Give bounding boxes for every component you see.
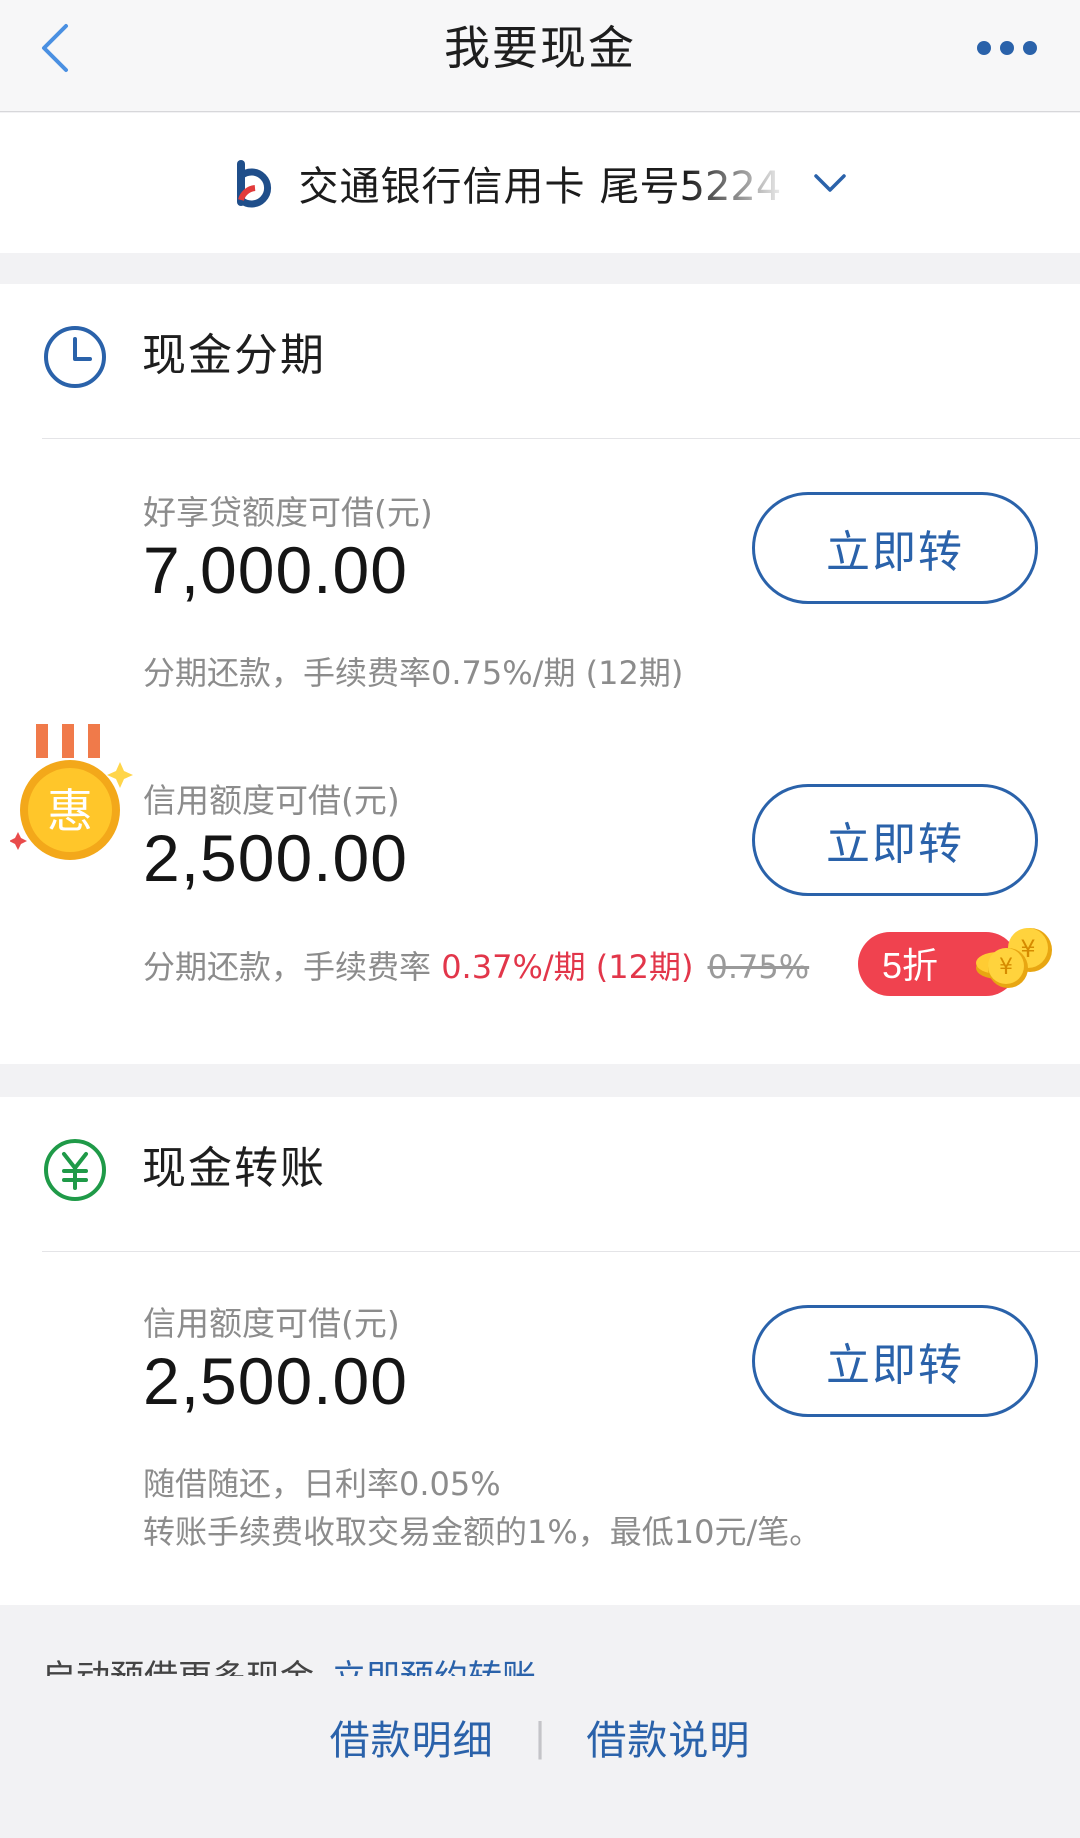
transfer-now-button[interactable]: 立即转 [752, 784, 1038, 896]
transfer-now-button[interactable]: 立即转 [752, 1305, 1038, 1417]
fee-note-prefix: 分期还款，手续费率 [143, 948, 442, 986]
footer-separator: | [533, 1715, 547, 1759]
credit-amount: 7,000.00 [143, 533, 408, 607]
preorder-strip: 启动预借更多现金立即预约转账 [0, 1640, 1080, 1676]
transfer-now-button[interactable]: 立即转 [752, 492, 1038, 604]
interest-note: 随借随还，日利率0.05% [143, 1465, 501, 1503]
loan-details-link[interactable]: 借款明细 [330, 1708, 494, 1766]
chevron-down-icon[interactable] [810, 163, 850, 203]
medal-icon: 惠 [10, 724, 133, 860]
transfer-item-credit: 信用额度可借(元) 2,500.00 随借随还，日利率0.05% 转账手续费收取… [0, 1253, 1080, 1605]
discount-badge: 5折 ¥ ¥ [858, 928, 1052, 996]
transfer-section: 现金转账 信用额度可借(元) 2,500.00 随借随还，日利率0.05% 转账… [0, 1097, 1080, 1605]
card-name: 交通银行信用卡 [298, 164, 586, 210]
preorder-link[interactable]: 立即预约转账 [332, 1658, 536, 1676]
credit-label: 好享贷额度可借(元) [143, 493, 433, 532]
preorder-text: 启动预借更多现金 [42, 1658, 314, 1676]
fee-note: 转账手续费收取交易金额的1%，最低10元/笔。 [143, 1513, 822, 1551]
credit-label: 信用额度可借(元) [143, 1304, 400, 1343]
original-rate: 0.75% [707, 948, 810, 986]
transfer-title: 现金转账 [142, 1143, 326, 1194]
credit-amount: 2,500.00 [143, 1344, 408, 1418]
yuan-circle-icon [44, 1139, 106, 1201]
credit-amount: 2,500.00 [143, 821, 408, 895]
app-header: 我要现金 [0, 0, 1080, 112]
installment-section: 现金分期 好享贷额度可借(元) 7,000.00 分期还款，手续费率0.75%/… [0, 284, 1080, 1064]
discount-text: 5折 [882, 945, 938, 986]
card-selector[interactable]: 交通银行信用卡 尾号5224 [0, 113, 1080, 253]
page-title: 我要现金 [444, 21, 636, 75]
clock-icon [44, 326, 106, 388]
installment-header: 现金分期 [42, 284, 1080, 439]
installment-item-credit: 惠 信用额度可借(元) 2,500.00 分期还款，手续费率 0.37%/期 (… [0, 724, 1080, 1064]
more-dots-icon[interactable] [972, 30, 1042, 66]
preorder-row: 启动预借更多现金立即预约转账 [42, 1650, 536, 1676]
card-tail-number: 尾号5224 [599, 164, 782, 210]
installment-title: 现金分期 [142, 330, 326, 381]
fee-note: 分期还款，手续费率0.75%/期 (12期) [143, 654, 684, 692]
footer-links: 借款明细 | 借款说明 [0, 1700, 1080, 1774]
credit-label: 信用额度可借(元) [143, 781, 400, 820]
discounted-rate: 0.37%/期 (12期) [441, 948, 694, 986]
medal-text: 惠 [47, 784, 93, 838]
installment-item-haoxiangdai: 好享贷额度可借(元) 7,000.00 分期还款，手续费率0.75%/期 (12… [0, 440, 1080, 700]
fee-note: 分期还款，手续费率 0.37%/期 (12期) 0.75% [143, 942, 809, 988]
bank-logo-icon [236, 160, 271, 208]
loan-instructions-link[interactable]: 借款说明 [586, 1708, 750, 1766]
transfer-header: 现金转账 [42, 1097, 1080, 1252]
svg-text:¥: ¥ [999, 955, 1013, 980]
